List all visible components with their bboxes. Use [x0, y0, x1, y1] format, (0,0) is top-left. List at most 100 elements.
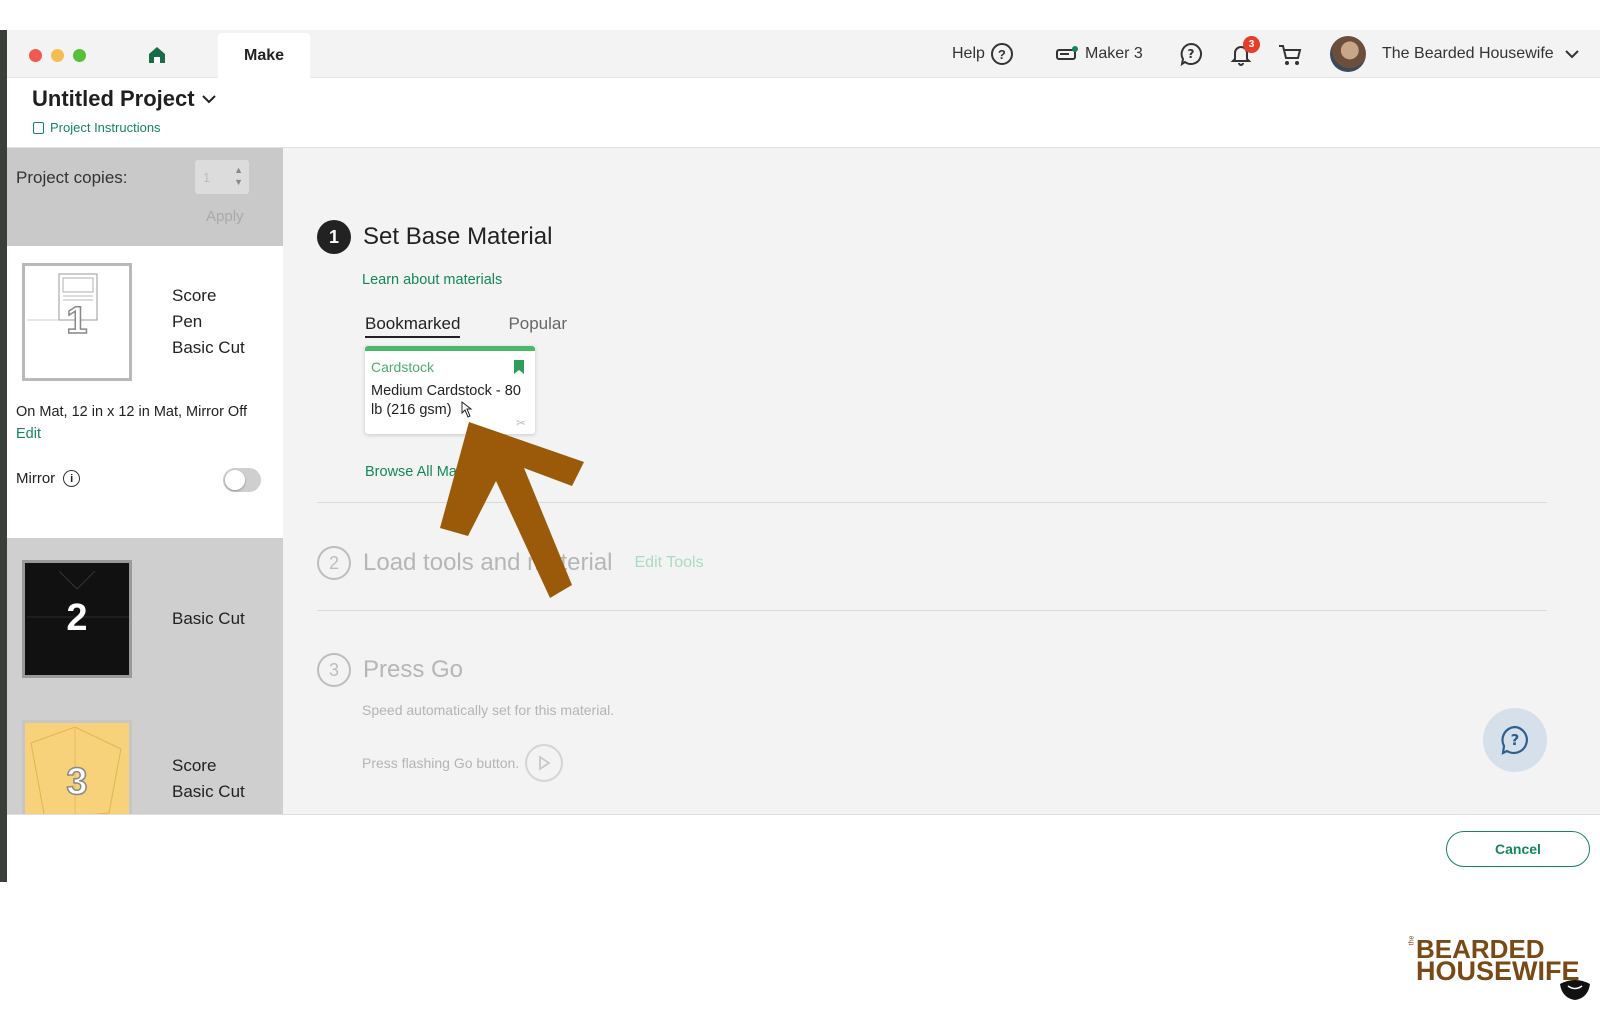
svg-text:?: ? — [1511, 731, 1520, 749]
chat-help-icon: ? — [1180, 42, 1202, 66]
mat-list-panel: Project copies: 1 ▲ ▼ Apply 1 Score Pen … — [7, 148, 283, 814]
project-copies-stepper[interactable]: 1 ▲ ▼ — [195, 160, 249, 194]
svg-text:?: ? — [1188, 47, 1195, 61]
mat-operation: Basic Cut — [172, 338, 245, 357]
material-name: Medium Cardstock - 80 lb (216 gsm) — [371, 383, 521, 418]
step-number: 3 — [317, 653, 351, 687]
edit-tools-link[interactable]: Edit Tools — [635, 554, 704, 572]
step-3-header: 3 Press Go — [317, 653, 463, 687]
project-instructions-label: Project Instructions — [50, 120, 161, 135]
mat-number: 2 — [66, 597, 88, 639]
material-category: Cardstock — [371, 359, 435, 375]
make-steps-panel: 1 Set Base Material Learn about material… — [283, 148, 1600, 814]
divider — [317, 610, 1547, 611]
cancel-button[interactable]: Cancel — [1446, 831, 1590, 867]
project-title-dropdown[interactable]: Untitled Project — [32, 86, 217, 112]
watermark-logo: the BEARDED HOUSEWIFE — [1408, 934, 1596, 1000]
go-instruction: Press flashing Go button. — [362, 744, 564, 782]
logo-small-text: the — [1408, 935, 1416, 946]
play-icon — [539, 755, 551, 771]
user-name: The Bearded Housewife — [1382, 45, 1554, 62]
browse-all-materials-link[interactable]: Browse All Materials — [365, 464, 496, 480]
step-2-header: 2 Load tools and material Edit Tools — [317, 546, 704, 580]
mat-number: 1 — [66, 299, 89, 343]
background-edge — [0, 30, 7, 882]
mat-3-card[interactable]: 3 Score Basic Cut — [7, 698, 283, 814]
step-1-header: 1 Set Base Material — [317, 220, 552, 254]
mat-operation: Basic Cut — [172, 782, 245, 801]
mat-operations: Score Pen Basic Cut — [172, 283, 245, 361]
mat-operation: Basic Cut — [172, 609, 245, 628]
edit-mat-link[interactable]: Edit — [16, 426, 41, 442]
mat-preview[interactable]: 3 — [22, 720, 132, 814]
cursor-icon — [461, 400, 473, 418]
mat-number: 3 — [66, 760, 89, 804]
stepper-arrows-icon[interactable]: ▲ ▼ — [234, 164, 243, 188]
mirror-toggle[interactable] — [223, 468, 261, 492]
toggle-knob — [225, 470, 245, 490]
mat-2-card[interactable]: 2 Basic Cut — [7, 538, 283, 698]
chat-help-icon: ? — [1501, 725, 1528, 755]
mat-preview[interactable]: 2 — [22, 560, 132, 678]
mirror-label: Mirror — [16, 470, 56, 487]
close-window-button[interactable] — [29, 49, 42, 62]
info-icon[interactable]: i — [63, 470, 81, 487]
help-icon: ? — [990, 43, 1013, 65]
home-icon[interactable] — [146, 44, 168, 66]
scissors-icon: ✂ — [515, 416, 526, 430]
mirror-row: Mirror i — [16, 470, 81, 487]
cart-button[interactable] — [1277, 43, 1303, 72]
chevron-down-icon — [201, 95, 216, 104]
apply-button[interactable]: Apply — [206, 208, 244, 225]
document-icon — [33, 121, 44, 134]
mat-operations: Basic Cut — [172, 606, 245, 632]
project-copies-label: Project copies: — [16, 168, 128, 187]
notifications-button[interactable]: 3 — [1229, 36, 1260, 68]
learn-materials-link[interactable]: Learn about materials — [362, 272, 502, 288]
top-bar: Make Help ? Maker 3 ? 3 The Bearded Hous… — [7, 30, 1600, 79]
avatar[interactable] — [1330, 36, 1366, 72]
project-instructions-link[interactable]: Project Instructions — [33, 120, 161, 135]
project-title: Untitled Project — [32, 86, 195, 111]
mat-preview[interactable]: 1 — [22, 263, 132, 381]
cart-icon — [1279, 45, 1302, 65]
notification-badge: 3 — [1243, 36, 1260, 53]
maximize-window-button[interactable] — [73, 49, 86, 62]
mat-description: On Mat, 12 in x 12 in Mat, Mirror Off — [16, 404, 248, 420]
tab-make[interactable]: Make — [218, 33, 310, 79]
step-number: 1 — [317, 220, 351, 254]
machine-label: Maker 3 — [1085, 45, 1143, 62]
material-tabs: Bookmarked Popular — [365, 314, 567, 338]
step-title: Set Base Material — [363, 223, 553, 250]
project-header: Untitled Project Project Instructions — [7, 78, 1600, 148]
tab-bookmarked[interactable]: Bookmarked — [365, 314, 461, 338]
go-button — [525, 744, 564, 782]
step-title: Load tools and material — [363, 549, 613, 576]
machine-icon — [1056, 46, 1078, 60]
user-menu[interactable]: The Bearded Housewife — [1382, 30, 1580, 78]
step-title: Press Go — [363, 656, 464, 683]
mat-1-card[interactable]: 1 Score Pen Basic Cut On Mat, 12 in x 12… — [7, 246, 283, 538]
project-copies-section: Project copies: 1 ▲ ▼ Apply — [7, 148, 283, 246]
mat-operation: Pen — [172, 312, 203, 331]
app-window: Make Help ? Maker 3 ? 3 The Bearded Hous… — [0, 0, 1600, 1017]
help-label: Help — [952, 45, 985, 62]
help-button[interactable]: Help ? — [952, 30, 1013, 78]
minimize-window-button[interactable] — [51, 49, 64, 62]
machine-selector[interactable]: Maker 3 — [1055, 30, 1143, 78]
project-copies-value: 1 — [203, 170, 211, 185]
mat-operations: Score Basic Cut — [172, 753, 245, 805]
speed-note: Speed automatically set for this materia… — [362, 702, 615, 718]
logo-line-2: HOUSEWIFE — [1416, 956, 1580, 986]
material-card[interactable]: Cardstock Medium Cardstock - 80 lb (216 … — [365, 346, 535, 434]
divider — [317, 502, 1547, 503]
floating-help-button[interactable]: ? — [1483, 708, 1547, 772]
mat-operation: Score — [172, 286, 217, 305]
support-button[interactable]: ? — [1179, 30, 1203, 78]
tab-popular[interactable]: Popular — [508, 314, 567, 338]
beard-icon — [1560, 980, 1590, 1000]
chevron-down-icon — [1564, 50, 1579, 59]
step-number: 2 — [317, 546, 351, 580]
bookmark-icon[interactable] — [514, 360, 524, 374]
go-instruction-text: Press flashing Go button. — [362, 755, 520, 771]
